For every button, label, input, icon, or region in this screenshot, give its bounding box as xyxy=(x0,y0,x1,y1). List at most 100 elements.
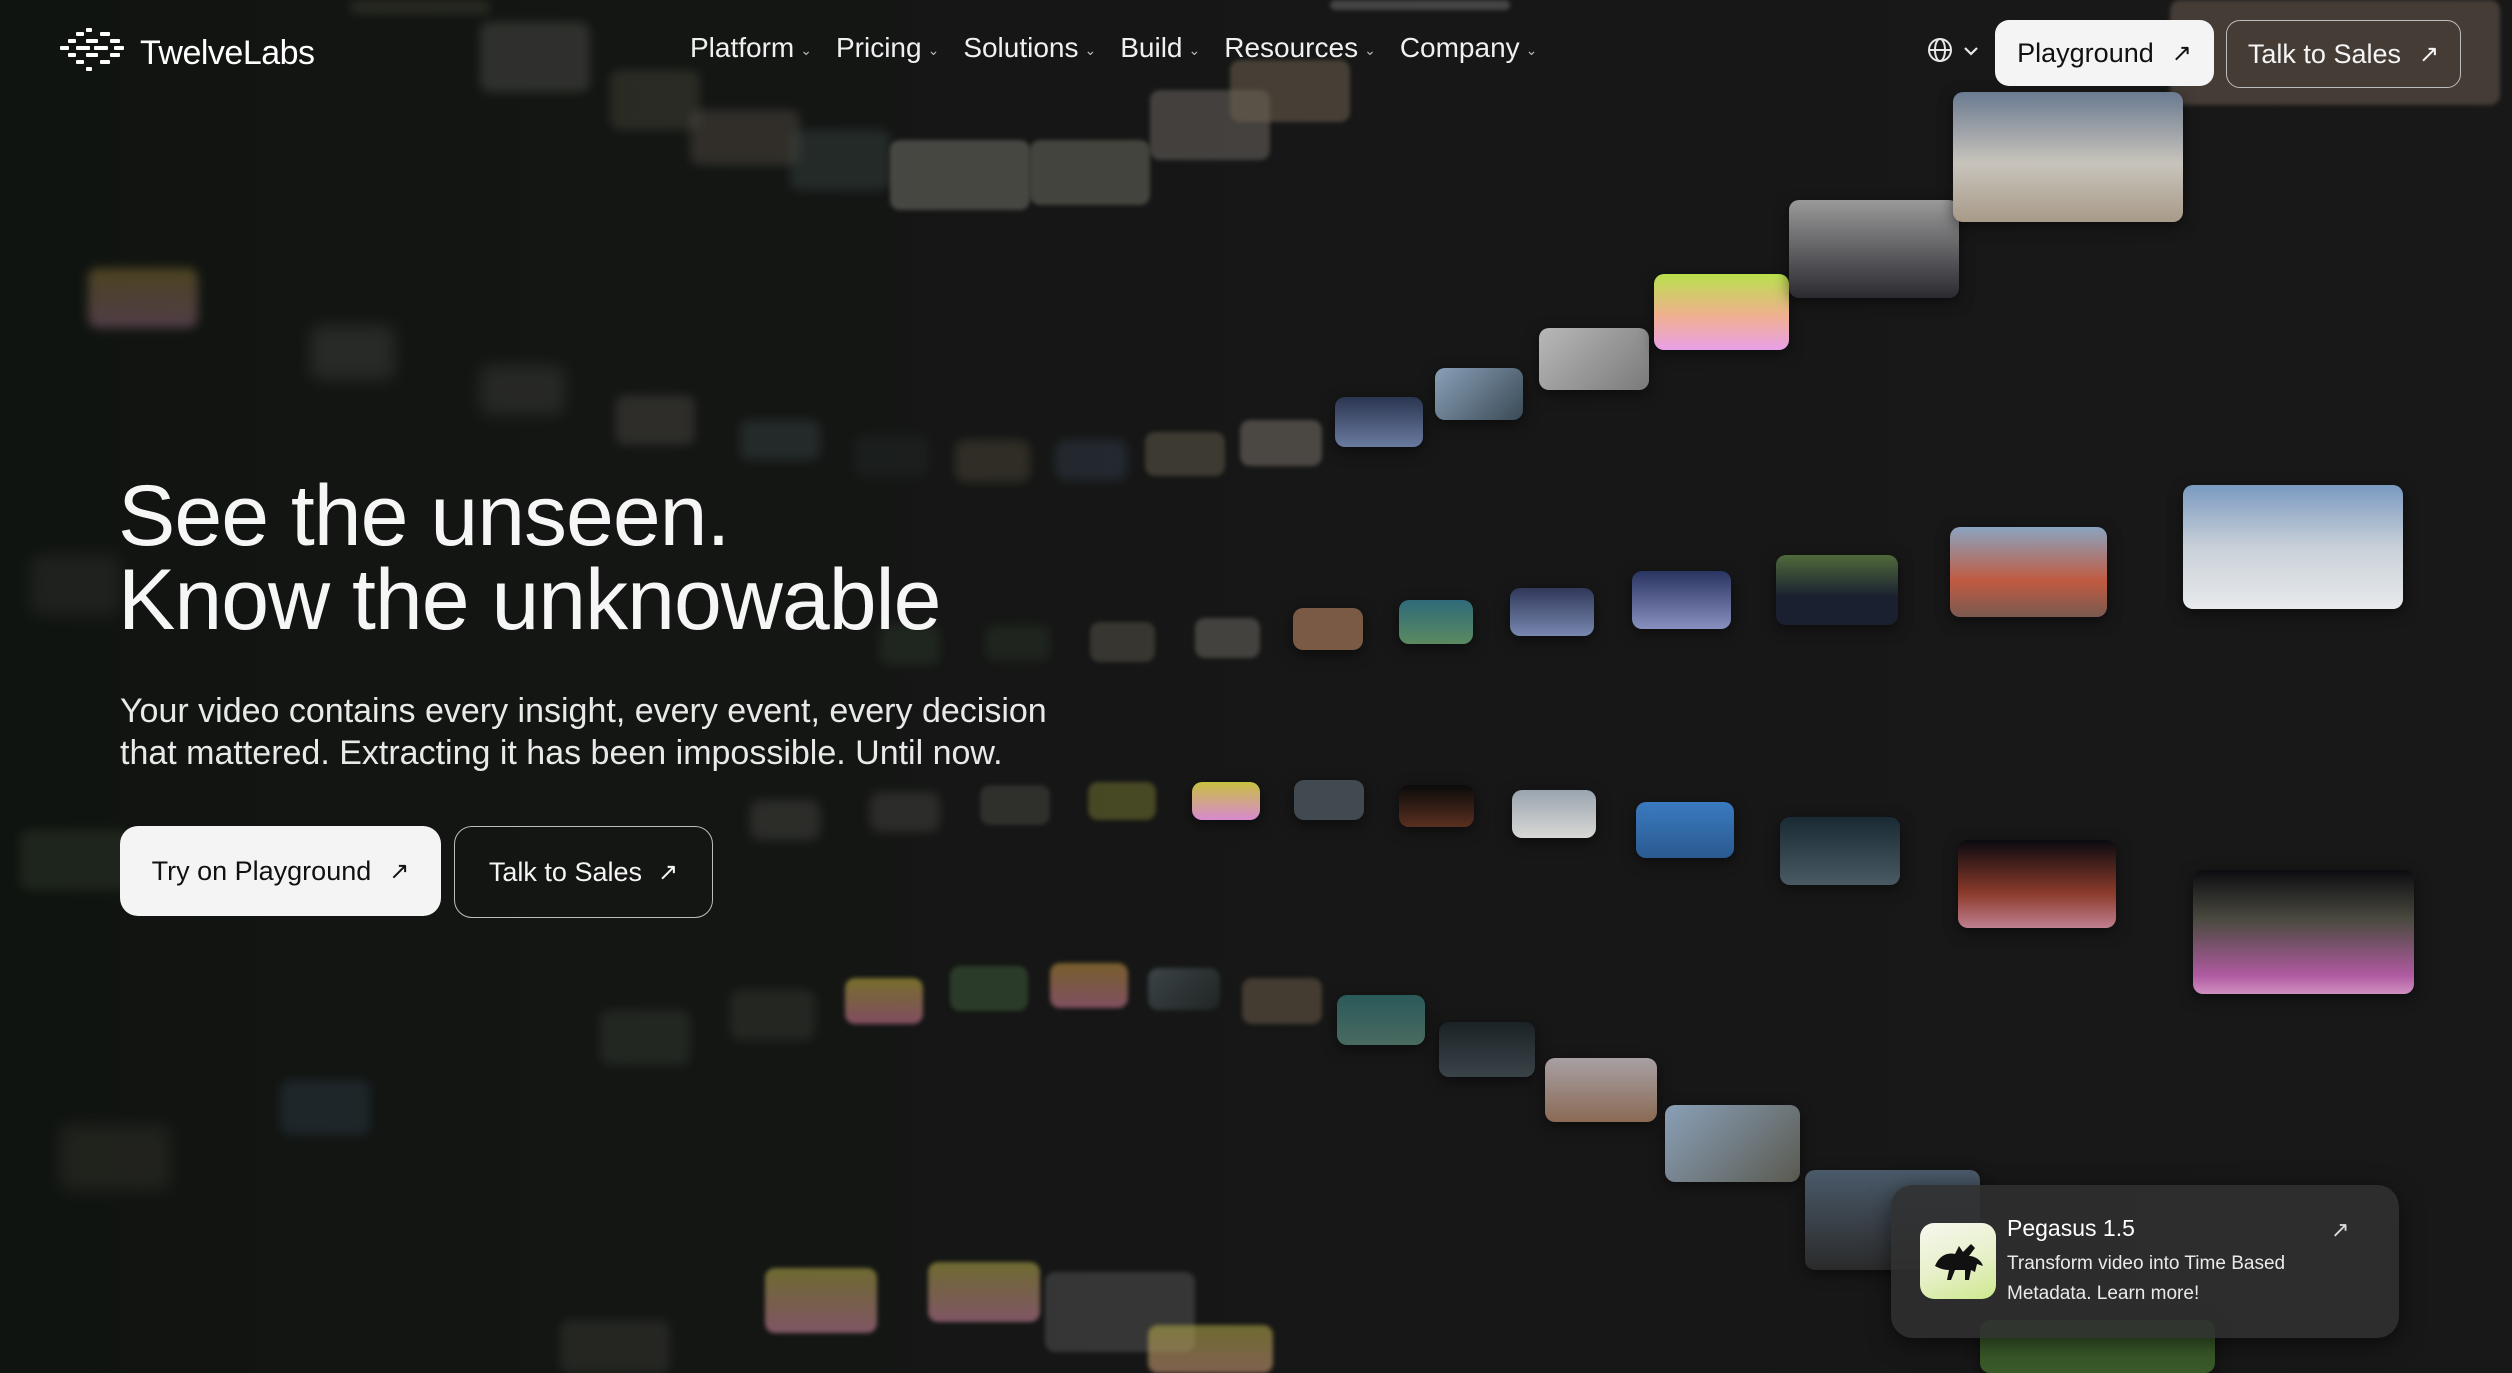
playground-button[interactable]: Playground ↗ xyxy=(1995,20,2214,86)
video-thumbnail xyxy=(950,966,1028,1011)
video-thumbnail xyxy=(985,625,1050,661)
video-thumbnail xyxy=(1654,274,1789,350)
video-thumbnail xyxy=(1435,368,1523,420)
nav-item-label: Solutions xyxy=(963,32,1079,63)
video-thumbnail xyxy=(1958,840,2116,928)
video-thumbnail xyxy=(2193,870,2414,994)
nav-item-label: Build xyxy=(1120,32,1183,63)
video-thumbnail xyxy=(1399,600,1473,644)
pegasus-promo-card[interactable]: Pegasus 1.5 Transform video into Time Ba… xyxy=(1891,1185,2399,1338)
video-thumbnail xyxy=(280,1080,370,1135)
chevron-down-icon: ⌄ xyxy=(927,41,940,58)
video-thumbnail xyxy=(1632,571,1731,629)
video-thumbnail xyxy=(870,792,940,832)
video-thumbnail xyxy=(560,1320,670,1373)
video-thumbnail xyxy=(955,440,1030,482)
video-thumbnail xyxy=(1192,782,1260,820)
video-thumbnail xyxy=(1148,1325,1273,1373)
video-thumbnail xyxy=(750,800,820,840)
chevron-down-icon: ⌄ xyxy=(1084,41,1097,58)
hero-headline: See the unseen. Know the unknowable xyxy=(118,473,941,643)
video-thumbnail xyxy=(1030,140,1150,205)
video-thumbnail xyxy=(30,555,120,615)
nav-item-pricing[interactable]: Pricing ⌄ xyxy=(836,32,939,64)
globe-icon xyxy=(1926,36,1954,69)
video-thumbnail xyxy=(1665,1105,1800,1182)
main-menu: Platform ⌄ Pricing ⌄ Solutions ⌄ Build ⌄… xyxy=(690,32,1537,64)
promo-title: Pegasus 1.5 xyxy=(2007,1215,2135,1241)
video-thumbnail xyxy=(980,785,1050,825)
video-thumbnail xyxy=(845,978,923,1024)
pegasus-horse-icon xyxy=(1920,1223,1996,1299)
try-on-playground-button[interactable]: Try on Playground ↗ xyxy=(120,826,441,916)
arrow-up-right-icon: ↗ xyxy=(389,857,410,885)
video-thumbnail xyxy=(1439,1022,1535,1077)
video-thumbnail xyxy=(1510,588,1594,636)
video-thumbnail xyxy=(20,830,130,890)
nav-item-build[interactable]: Build ⌄ xyxy=(1120,32,1200,64)
chevron-down-icon xyxy=(1962,44,1980,62)
video-thumbnail xyxy=(310,325,395,380)
video-thumbnail xyxy=(2183,485,2403,609)
talk-to-sales-button[interactable]: Talk to Sales ↗ xyxy=(2226,20,2461,88)
video-thumbnail xyxy=(1337,995,1425,1045)
hero-headline-line2: Know the unknowable xyxy=(118,552,941,648)
video-thumbnail xyxy=(1512,790,1596,838)
video-thumbnail xyxy=(928,1262,1040,1322)
nav-item-label: Platform xyxy=(690,32,795,63)
video-thumbnail xyxy=(1055,440,1127,480)
nav-item-company[interactable]: Company ⌄ xyxy=(1400,32,1538,64)
video-thumbnail xyxy=(1789,200,1959,298)
video-thumbnail xyxy=(1335,397,1423,447)
video-thumbnail xyxy=(1050,963,1128,1008)
language-selector[interactable] xyxy=(1926,36,1980,69)
twelvelabs-logo-icon xyxy=(58,26,128,81)
talk-to-sales-label: Talk to Sales xyxy=(2247,38,2401,69)
video-thumbnail xyxy=(790,130,890,190)
video-thumbnail xyxy=(1195,618,1260,658)
nav-item-label: Company xyxy=(1399,32,1520,63)
video-thumbnail xyxy=(1950,527,2107,617)
nav-item-label: Resources xyxy=(1224,32,1359,63)
brand-name: TwelveLabs xyxy=(140,34,315,72)
video-thumbnail xyxy=(765,1268,877,1333)
video-thumbnail xyxy=(1399,785,1474,827)
nav-item-solutions[interactable]: Solutions ⌄ xyxy=(963,32,1096,64)
video-thumbnail xyxy=(1294,780,1364,820)
video-thumbnail xyxy=(740,420,820,460)
chevron-down-icon: ⌄ xyxy=(1364,41,1376,58)
chevron-down-icon: ⌄ xyxy=(1525,41,1538,58)
try-on-playground-label: Try on Playground xyxy=(151,855,372,886)
playground-button-label: Playground xyxy=(2017,37,2154,68)
nav-item-resources[interactable]: Resources ⌄ xyxy=(1224,32,1376,64)
video-thumbnail xyxy=(1088,782,1156,820)
video-thumbnail xyxy=(1240,420,1322,466)
video-thumbnail xyxy=(60,1125,170,1190)
video-thumbnail xyxy=(88,268,198,328)
hero-headline-line1: See the unseen. xyxy=(118,468,730,564)
video-thumbnail xyxy=(1293,608,1363,650)
nav-item-platform[interactable]: Platform ⌄ xyxy=(690,32,812,64)
chevron-down-icon: ⌄ xyxy=(1188,41,1201,58)
arrow-up-right-icon: ↗ xyxy=(2171,39,2192,67)
video-thumbnail xyxy=(1242,978,1322,1024)
hero-subtext: Your video contains every insight, every… xyxy=(120,692,1047,772)
video-thumbnail xyxy=(1145,432,1225,476)
video-thumbnail xyxy=(1776,555,1898,625)
video-thumbnail xyxy=(690,110,800,165)
promo-description: Transform video into Time Based Metadata… xyxy=(2007,1253,2286,1304)
chevron-down-icon: ⌄ xyxy=(800,41,812,58)
video-thumbnail xyxy=(855,435,930,477)
arrow-up-right-icon: ↗ xyxy=(2418,40,2440,68)
brand-logo[interactable]: TwelveLabs xyxy=(58,26,315,81)
hero-talk-to-sales-label: Talk to Sales xyxy=(488,856,642,887)
hero-talk-to-sales-button[interactable]: Talk to Sales ↗ xyxy=(454,826,713,918)
video-thumbnail xyxy=(1090,622,1155,662)
arrow-up-right-icon: ↗ xyxy=(657,858,679,886)
video-thumbnail xyxy=(730,990,815,1040)
video-thumbnail xyxy=(1780,817,1900,885)
video-thumbnail xyxy=(1539,328,1649,390)
video-thumbnail xyxy=(1545,1058,1657,1122)
arrow-up-right-icon[interactable]: ↗ xyxy=(2331,1217,2349,1243)
video-thumbnail xyxy=(1148,968,1220,1010)
